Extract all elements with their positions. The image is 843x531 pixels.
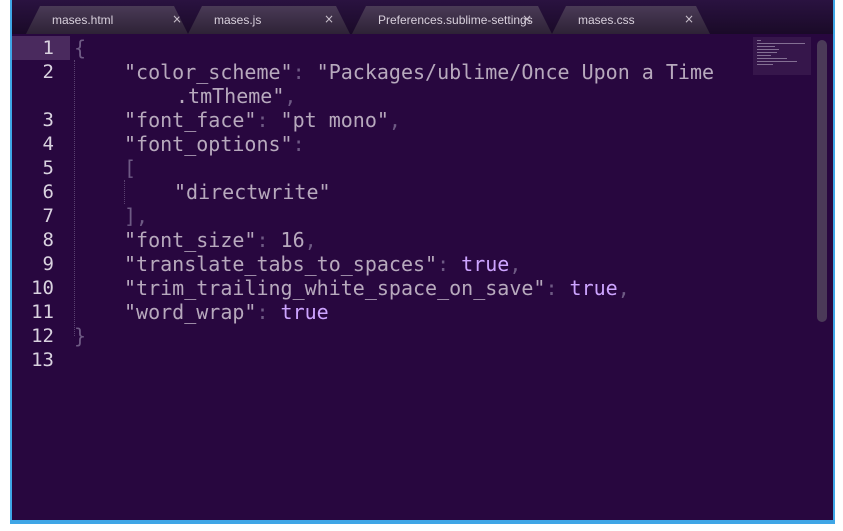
code-line: "directwrite" <box>174 180 331 204</box>
trim-whitespace-key: "trim_trailing_white_space_on_save" <box>124 276 546 300</box>
code-line: .tmTheme", <box>176 84 296 108</box>
line-number: 3 <box>42 109 54 131</box>
tab-label: mases.html <box>52 13 114 27</box>
line-gutter: 1 2 3 4 5 6 7 8 9 10 11 12 13 <box>12 34 70 520</box>
line-number: 6 <box>42 181 54 203</box>
translate-tabs-key: "translate_tabs_to_spaces" <box>124 252 438 276</box>
line-number: 4 <box>42 133 54 155</box>
close-bracket: ] <box>124 204 137 228</box>
line-number: 12 <box>31 325 54 347</box>
minimap-line <box>757 58 787 59</box>
comma: , <box>284 84 297 108</box>
code-line: { <box>74 36 86 60</box>
comma: , <box>509 252 522 276</box>
color-scheme-key: "color_scheme" <box>124 60 293 84</box>
close-brace: } <box>74 324 87 348</box>
font-options-key: "font_options" <box>124 132 293 156</box>
line-number: 1 <box>42 37 54 59</box>
window-body: mases.html × mases.js × Preferences.subl… <box>12 0 833 520</box>
comma: , <box>136 204 149 228</box>
open-brace: { <box>74 36 87 60</box>
tab-mases-css[interactable]: mases.css × <box>552 6 710 34</box>
code-line: "color_scheme": "Packages/ublime/Once Up… <box>124 60 714 84</box>
tab-mases-js[interactable]: mases.js × <box>188 6 350 34</box>
font-face-value: "pt mono" <box>280 108 389 132</box>
line-number: 13 <box>31 349 54 371</box>
code-line: "translate_tabs_to_spaces": true, <box>124 252 521 276</box>
comma: , <box>304 228 317 252</box>
tab-label: mases.css <box>578 13 635 27</box>
colon: : <box>292 132 305 156</box>
trim-whitespace-value: true <box>569 276 618 300</box>
code-line: "word_wrap": true <box>124 300 329 324</box>
line-number: 2 <box>42 61 54 83</box>
colon: : <box>256 300 269 324</box>
minimap-line <box>757 46 775 47</box>
code-line: [ <box>124 156 136 180</box>
line-number: 10 <box>31 277 54 299</box>
colon: : <box>256 108 269 132</box>
color-scheme-value: "Packages/ublime/Once Upon a Time <box>316 60 715 84</box>
directwrite-value: "directwrite" <box>174 180 331 204</box>
code-line: "trim_trailing_white_space_on_save": tru… <box>124 276 630 300</box>
font-size-key: "font_size" <box>124 228 257 252</box>
colon: : <box>256 228 269 252</box>
tab-mases-html[interactable]: mases.html × <box>26 6 188 34</box>
translate-tabs-value: true <box>461 252 510 276</box>
minimap-line <box>757 49 779 50</box>
line-number: 8 <box>42 229 54 251</box>
tab-label: mases.js <box>214 13 262 27</box>
indent-guide <box>124 180 125 204</box>
close-icon[interactable]: × <box>324 12 334 26</box>
comma: , <box>617 276 630 300</box>
colon: : <box>437 252 450 276</box>
code-line: "font_size": 16, <box>124 228 317 252</box>
word-wrap-key: "word_wrap" <box>124 300 257 324</box>
font-size-value: 16 <box>280 228 305 252</box>
close-icon[interactable]: × <box>172 12 182 26</box>
close-icon[interactable]: × <box>684 12 694 26</box>
minimap-line <box>757 61 797 62</box>
tab-preferences-sublime-settings[interactable]: Preferences.sublime-settings × <box>352 6 552 34</box>
code-line: "font_options": <box>124 132 305 156</box>
code-editor[interactable]: 1 2 3 4 5 6 7 8 9 10 11 12 13 { "color_s… <box>12 34 833 520</box>
code-line: "font_face": "pt mono", <box>124 108 401 132</box>
line-number: 7 <box>42 205 54 227</box>
close-icon[interactable]: × <box>522 12 532 26</box>
code-line: ], <box>124 204 148 228</box>
color-scheme-value-wrap: .tmTheme" <box>176 84 285 108</box>
line-number: 11 <box>31 301 54 323</box>
indent-guide <box>74 60 75 336</box>
line-number: 5 <box>42 157 54 179</box>
word-wrap-value: true <box>280 300 329 324</box>
tab-bar: mases.html × mases.js × Preferences.subl… <box>12 0 833 34</box>
minimap-line <box>757 40 761 41</box>
open-bracket: [ <box>124 156 137 180</box>
minimap-line <box>757 55 771 56</box>
vertical-scrollbar[interactable] <box>817 40 827 322</box>
comma: , <box>388 108 401 132</box>
minimap-line <box>757 64 773 65</box>
minimap-line <box>757 52 777 53</box>
tab-label: Preferences.sublime-settings <box>378 13 533 27</box>
font-face-key: "font_face" <box>124 108 257 132</box>
code-line: } <box>74 324 86 348</box>
minimap[interactable] <box>753 37 811 75</box>
minimap-line <box>757 43 805 44</box>
colon: : <box>292 60 305 84</box>
editor-window: mases.html × mases.js × Preferences.subl… <box>10 0 835 524</box>
line-number: 9 <box>42 253 54 275</box>
colon: : <box>545 276 558 300</box>
